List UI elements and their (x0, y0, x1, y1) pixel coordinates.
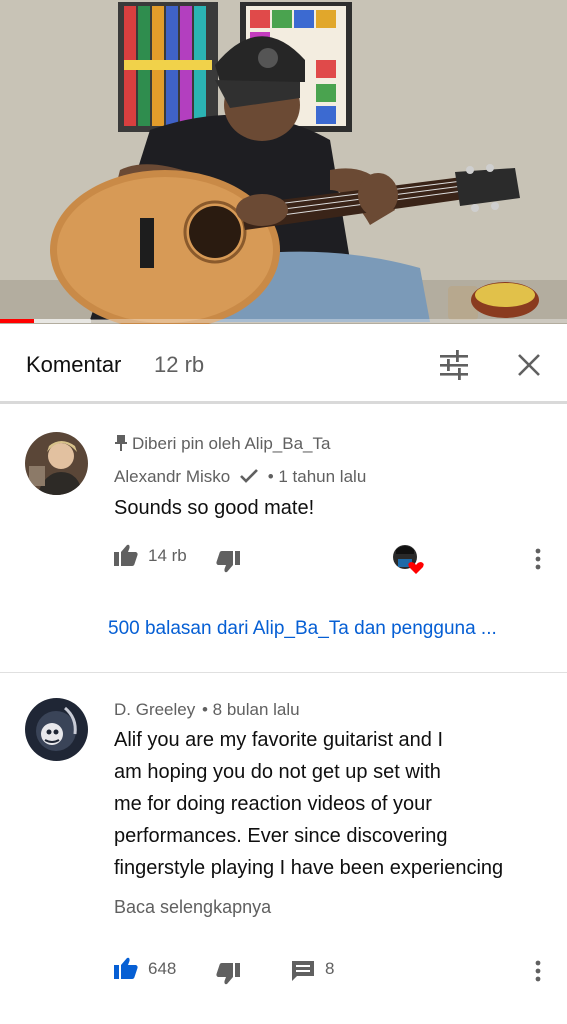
pinned-label-text: Diberi pin oleh Alip_Ba_Ta (132, 434, 331, 453)
read-more-link[interactable]: Baca selengkapnya (114, 897, 271, 918)
video-player[interactable] (0, 0, 567, 324)
video-progress-bar[interactable] (0, 319, 567, 323)
comments-count: 12 rb (154, 352, 205, 377)
comment-text: Sounds so good mate! (114, 497, 315, 519)
comment-thread: Diberi pin oleh Alip_Ba_Ta Alexandr Misk… (0, 404, 567, 672)
comment-author[interactable]: D. Greeley (114, 700, 195, 719)
video-progress-fill (0, 319, 35, 323)
dislike-icon[interactable] (216, 551, 240, 573)
avatar[interactable] (25, 698, 88, 761)
comments-header: Komentar 12 rb (0, 324, 567, 404)
avatar[interactable] (25, 432, 88, 495)
comment-author[interactable]: Alexandr Misko (114, 467, 230, 486)
like-count: 14 rb (148, 546, 187, 565)
sort-filter-icon[interactable] (438, 350, 470, 380)
verified-check-icon (240, 469, 258, 483)
creator-heart-icon (393, 545, 424, 574)
more-options-icon[interactable] (533, 959, 543, 983)
more-options-icon[interactable] (533, 547, 543, 571)
comment-time: • 1 tahun lalu (267, 467, 367, 486)
dislike-icon[interactable] (216, 963, 240, 985)
like-count: 648 (148, 959, 177, 978)
reply-count: 8 (325, 959, 335, 978)
reply-icon[interactable] (291, 960, 315, 982)
like-icon[interactable] (114, 544, 138, 566)
view-replies-link[interactable]: 500 balasan dari Alip_Ba_Ta dan pengguna… (108, 618, 497, 640)
pinned-label: Diberi pin oleh Alip_Ba_Ta (114, 434, 330, 454)
video-buffer-fill (34, 319, 91, 323)
comment-meta: Alexandr Misko • 1 tahun lalu (114, 467, 366, 487)
comment-text-line: performances. Ever since discovering (114, 825, 448, 847)
comment-time: • 8 bulan lalu (201, 700, 300, 719)
comment-text-line: am hoping you do not get up set with (114, 761, 441, 783)
comments-title: Komentar (26, 352, 122, 377)
video-frame (0, 0, 567, 324)
comment-thread: D. Greeley • 8 bulan lalu Alif you are m… (0, 673, 567, 1024)
pin-icon (115, 435, 127, 451)
comment-text-line: Alif you are my favorite guitarist and I (114, 729, 444, 751)
comment-text-line: me for doing reaction videos of your (114, 793, 432, 815)
like-icon[interactable] (114, 957, 138, 979)
comment-text-line: fingerstyle playing I have been experien… (114, 857, 504, 879)
comment-meta: D. Greeley • 8 bulan lalu (114, 700, 300, 720)
close-icon[interactable] (515, 351, 543, 379)
comment-text: Alif you are my favorite guitarist and I… (114, 724, 503, 884)
